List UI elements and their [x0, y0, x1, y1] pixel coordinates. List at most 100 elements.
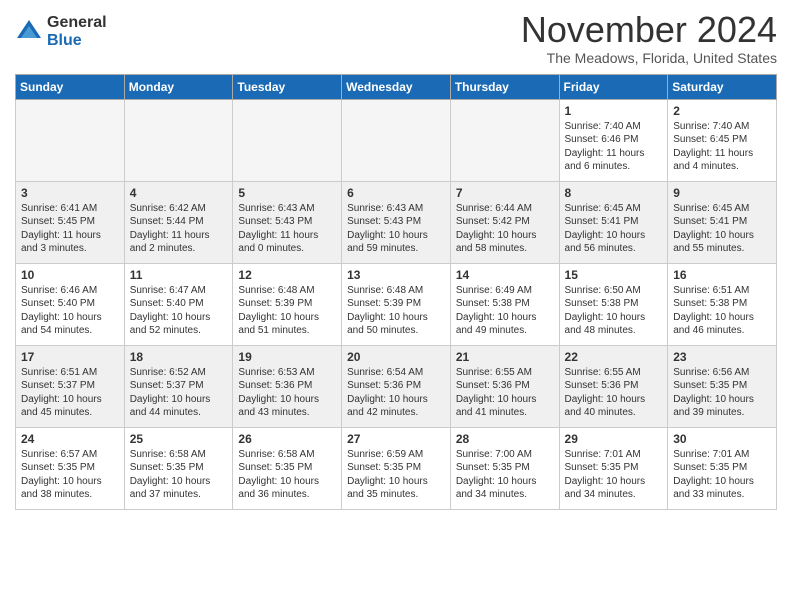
calendar-cell: 1 Sunrise: 7:40 AM Sunset: 6:46 PM Daylig…	[559, 99, 668, 181]
day-number: 26	[238, 432, 336, 446]
day-number: 28	[456, 432, 554, 446]
calendar-cell: 8 Sunrise: 6:45 AM Sunset: 5:41 PM Daylig…	[559, 181, 668, 263]
calendar-cell: 6Sunrise: 6:43 AM Sunset: 5:43 PM Daylig…	[342, 181, 451, 263]
day-info: Sunrise: 7:40 AM Sunset: 6:46 PM Dayligh…	[565, 120, 663, 174]
calendar-cell	[16, 99, 125, 181]
calendar-cell	[450, 99, 559, 181]
calendar-week-row: 24 Sunrise: 6:57 AM Sunset: 5:35 PM Dayli…	[16, 427, 777, 509]
calendar-cell: 19 Sunrise: 6:53 AM Sunset: 5:36 PM Dayli…	[233, 345, 342, 427]
day-info: Sunrise: 6:54 AM Sunset: 5:36 PM Dayligh…	[347, 366, 445, 420]
day-number: 21	[456, 350, 554, 364]
location-subtitle: The Meadows, Florida, United States	[521, 50, 777, 66]
weekday-header-saturday: Saturday	[668, 74, 777, 99]
weekday-header-friday: Friday	[559, 74, 668, 99]
day-info: Sunrise: 6:45 AM Sunset: 5:41 PM Dayligh…	[565, 202, 663, 256]
calendar-cell: 7Sunrise: 6:44 AM Sunset: 5:42 PM Daylig…	[450, 181, 559, 263]
day-number: 30	[673, 432, 771, 446]
day-info: Sunrise: 6:52 AM Sunset: 5:37 PM Dayligh…	[130, 366, 228, 420]
day-info: Sunrise: 6:48 AM Sunset: 5:39 PM Dayligh…	[347, 284, 445, 338]
calendar-week-row: 1 Sunrise: 7:40 AM Sunset: 6:46 PM Daylig…	[16, 99, 777, 181]
logo: General Blue	[15, 14, 107, 49]
day-number: 15	[565, 268, 663, 282]
logo-blue-text: Blue	[47, 32, 107, 50]
calendar-cell: 23 Sunrise: 6:56 AM Sunset: 5:35 PM Dayli…	[668, 345, 777, 427]
day-number: 29	[565, 432, 663, 446]
day-number: 10	[21, 268, 119, 282]
weekday-header-monday: Monday	[124, 74, 233, 99]
day-number: 19	[238, 350, 336, 364]
calendar-cell: 26 Sunrise: 6:58 AM Sunset: 5:35 PM Dayli…	[233, 427, 342, 509]
calendar-cell: 18 Sunrise: 6:52 AM Sunset: 5:37 PM Dayli…	[124, 345, 233, 427]
day-info: Sunrise: 6:55 AM Sunset: 5:36 PM Dayligh…	[565, 366, 663, 420]
day-info: Sunrise: 6:58 AM Sunset: 5:35 PM Dayligh…	[130, 448, 228, 502]
day-info: Sunrise: 6:45 AM Sunset: 5:41 PM Dayligh…	[673, 202, 771, 256]
weekday-header-sunday: Sunday	[16, 74, 125, 99]
day-info: Sunrise: 7:00 AM Sunset: 5:35 PM Dayligh…	[456, 448, 554, 502]
day-info: Sunrise: 6:42 AM Sunset: 5:44 PM Dayligh…	[130, 202, 228, 256]
day-number: 12	[238, 268, 336, 282]
calendar-cell: 4 Sunrise: 6:42 AM Sunset: 5:44 PM Daylig…	[124, 181, 233, 263]
day-number: 9	[673, 186, 771, 200]
page-header: General Blue November 2024 The Meadows, …	[15, 10, 777, 66]
calendar-cell	[233, 99, 342, 181]
day-info: Sunrise: 6:46 AM Sunset: 5:40 PM Dayligh…	[21, 284, 119, 338]
day-number: 1	[565, 104, 663, 118]
day-number: 8	[565, 186, 663, 200]
calendar-cell: 25 Sunrise: 6:58 AM Sunset: 5:35 PM Dayli…	[124, 427, 233, 509]
weekday-header-thursday: Thursday	[450, 74, 559, 99]
calendar-cell: 22Sunrise: 6:55 AM Sunset: 5:36 PM Dayli…	[559, 345, 668, 427]
calendar-cell: 2Sunrise: 7:40 AM Sunset: 6:45 PM Daylig…	[668, 99, 777, 181]
calendar-cell: 20 Sunrise: 6:54 AM Sunset: 5:36 PM Dayli…	[342, 345, 451, 427]
calendar-cell: 17 Sunrise: 6:51 AM Sunset: 5:37 PM Dayli…	[16, 345, 125, 427]
day-info: Sunrise: 6:44 AM Sunset: 5:42 PM Dayligh…	[456, 202, 554, 256]
day-info: Sunrise: 6:43 AM Sunset: 5:43 PM Dayligh…	[238, 202, 336, 256]
day-number: 2	[673, 104, 771, 118]
day-number: 16	[673, 268, 771, 282]
day-info: Sunrise: 6:48 AM Sunset: 5:39 PM Dayligh…	[238, 284, 336, 338]
day-info: Sunrise: 6:50 AM Sunset: 5:38 PM Dayligh…	[565, 284, 663, 338]
calendar-cell: 11 Sunrise: 6:47 AM Sunset: 5:40 PM Dayli…	[124, 263, 233, 345]
day-info: Sunrise: 6:49 AM Sunset: 5:38 PM Dayligh…	[456, 284, 554, 338]
logo-general-text: General	[47, 14, 107, 32]
day-info: Sunrise: 6:57 AM Sunset: 5:35 PM Dayligh…	[21, 448, 119, 502]
day-number: 13	[347, 268, 445, 282]
day-number: 4	[130, 186, 228, 200]
day-info: Sunrise: 6:47 AM Sunset: 5:40 PM Dayligh…	[130, 284, 228, 338]
calendar-cell: 9 Sunrise: 6:45 AM Sunset: 5:41 PM Daylig…	[668, 181, 777, 263]
calendar-cell: 15 Sunrise: 6:50 AM Sunset: 5:38 PM Dayli…	[559, 263, 668, 345]
calendar-cell: 24 Sunrise: 6:57 AM Sunset: 5:35 PM Dayli…	[16, 427, 125, 509]
calendar-cell: 3 Sunrise: 6:41 AM Sunset: 5:45 PM Daylig…	[16, 181, 125, 263]
day-number: 27	[347, 432, 445, 446]
day-number: 20	[347, 350, 445, 364]
day-info: Sunrise: 7:01 AM Sunset: 5:35 PM Dayligh…	[673, 448, 771, 502]
day-number: 6	[347, 186, 445, 200]
day-number: 14	[456, 268, 554, 282]
day-info: Sunrise: 6:41 AM Sunset: 5:45 PM Dayligh…	[21, 202, 119, 256]
day-number: 11	[130, 268, 228, 282]
day-info: Sunrise: 6:55 AM Sunset: 5:36 PM Dayligh…	[456, 366, 554, 420]
day-info: Sunrise: 6:53 AM Sunset: 5:36 PM Dayligh…	[238, 366, 336, 420]
day-number: 17	[21, 350, 119, 364]
calendar-week-row: 10 Sunrise: 6:46 AM Sunset: 5:40 PM Dayli…	[16, 263, 777, 345]
day-number: 23	[673, 350, 771, 364]
day-number: 25	[130, 432, 228, 446]
calendar-cell	[342, 99, 451, 181]
calendar-cell: 29Sunrise: 7:01 AM Sunset: 5:35 PM Dayli…	[559, 427, 668, 509]
calendar-cell: 10 Sunrise: 6:46 AM Sunset: 5:40 PM Dayli…	[16, 263, 125, 345]
title-section: November 2024 The Meadows, Florida, Unit…	[521, 10, 777, 66]
calendar-cell	[124, 99, 233, 181]
calendar-cell: 14 Sunrise: 6:49 AM Sunset: 5:38 PM Dayli…	[450, 263, 559, 345]
day-number: 5	[238, 186, 336, 200]
calendar-cell: 28 Sunrise: 7:00 AM Sunset: 5:35 PM Dayli…	[450, 427, 559, 509]
day-number: 18	[130, 350, 228, 364]
day-number: 24	[21, 432, 119, 446]
weekday-header-wednesday: Wednesday	[342, 74, 451, 99]
day-number: 3	[21, 186, 119, 200]
day-info: Sunrise: 6:51 AM Sunset: 5:37 PM Dayligh…	[21, 366, 119, 420]
calendar-cell: 5 Sunrise: 6:43 AM Sunset: 5:43 PM Daylig…	[233, 181, 342, 263]
day-info: Sunrise: 6:56 AM Sunset: 5:35 PM Dayligh…	[673, 366, 771, 420]
calendar-cell: 27Sunrise: 6:59 AM Sunset: 5:35 PM Dayli…	[342, 427, 451, 509]
calendar-cell: 30 Sunrise: 7:01 AM Sunset: 5:35 PM Dayli…	[668, 427, 777, 509]
calendar-cell: 21 Sunrise: 6:55 AM Sunset: 5:36 PM Dayli…	[450, 345, 559, 427]
day-info: Sunrise: 6:58 AM Sunset: 5:35 PM Dayligh…	[238, 448, 336, 502]
